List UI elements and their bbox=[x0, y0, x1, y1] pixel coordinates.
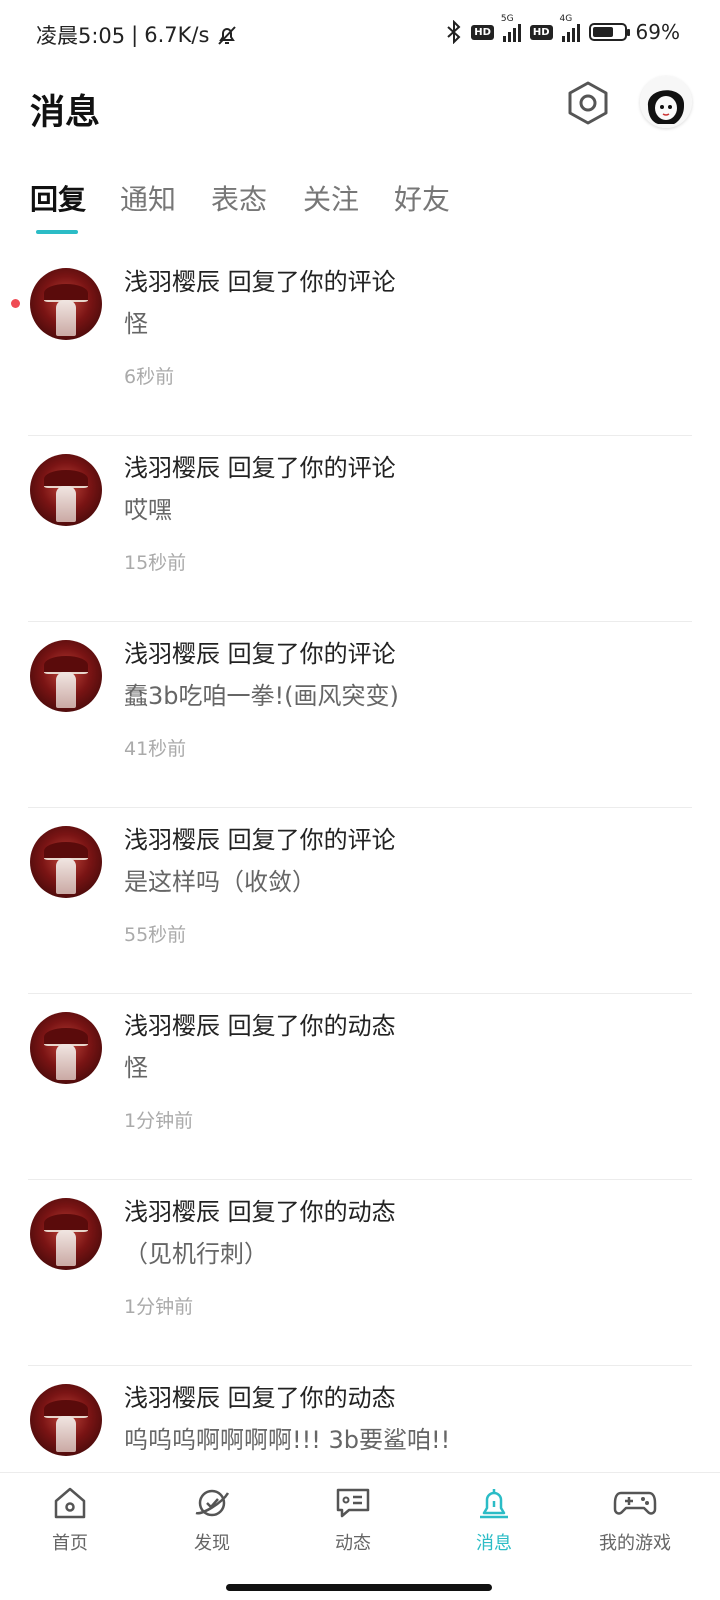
nav-my-games[interactable]: 我的游戏 bbox=[575, 1483, 695, 1555]
sender-avatar[interactable] bbox=[30, 1012, 102, 1084]
nav-messages[interactable]: 消息 bbox=[434, 1483, 554, 1555]
nav-home[interactable]: 首页 bbox=[10, 1483, 130, 1555]
tab-notify[interactable]: 通知 bbox=[120, 178, 176, 218]
nav-feed-label: 动态 bbox=[335, 1533, 371, 1554]
tab-reply[interactable]: 回复 bbox=[30, 178, 86, 218]
message-time: 41秒前 bbox=[124, 738, 187, 760]
message-content: （见机行刺） bbox=[124, 1240, 268, 1268]
tab-friends[interactable]: 好友 bbox=[394, 178, 450, 218]
message-time: 6秒前 bbox=[124, 366, 175, 388]
message-time: 15秒前 bbox=[124, 552, 187, 574]
signal-5g-icon: 5G bbox=[501, 14, 521, 42]
bell-muted-icon bbox=[218, 26, 237, 45]
bell-icon bbox=[480, 1489, 508, 1519]
active-tab-indicator bbox=[36, 230, 78, 234]
message-time: 1分钟前 bbox=[124, 1110, 194, 1132]
battery-percent: 69% bbox=[635, 20, 680, 44]
message-time: 55秒前 bbox=[124, 924, 187, 946]
message-item[interactable]: 浅羽樱辰 回复了你的评论 蠢3b吃咱一拳!(画风突变) 41秒前 bbox=[0, 622, 720, 808]
page-title: 消息 bbox=[30, 93, 101, 133]
status-separator: | bbox=[131, 23, 139, 47]
message-content: 怪 bbox=[124, 310, 148, 338]
message-title: 浅羽樱辰 回复了你的动态 bbox=[124, 1198, 396, 1226]
chat-icon bbox=[336, 1488, 370, 1518]
message-content: 蠢3b吃咱一拳!(画风突变) bbox=[124, 682, 399, 710]
nav-discover[interactable]: 发现 bbox=[152, 1483, 272, 1555]
message-title: 浅羽樱辰 回复了你的评论 bbox=[124, 454, 396, 482]
sender-avatar[interactable] bbox=[30, 1384, 102, 1456]
message-title: 浅羽樱辰 回复了你的动态 bbox=[124, 1012, 396, 1040]
message-item[interactable]: 浅羽樱辰 回复了你的评论 是这样吗（收敛） 55秒前 bbox=[0, 808, 720, 994]
app-header: 消息 bbox=[0, 70, 720, 150]
bottom-navigation: 首页 发现 动态 消息 我的游戏 bbox=[0, 1472, 720, 1572]
sender-avatar[interactable] bbox=[30, 454, 102, 526]
message-title: 浅羽樱辰 回复了你的评论 bbox=[124, 826, 396, 854]
status-bar: 凌晨5:05 | 6.7K/s HD 5G HD 4G 69% bbox=[0, 0, 720, 70]
nav-my-games-label: 我的游戏 bbox=[599, 1533, 671, 1554]
status-left: 凌晨5:05 | 6.7K/s bbox=[36, 20, 239, 50]
status-time: 凌晨5:05 bbox=[36, 24, 126, 48]
message-time: 1分钟前 bbox=[124, 1296, 194, 1318]
gamepad-icon bbox=[613, 1491, 657, 1515]
message-title: 浅羽樱辰 回复了你的动态 bbox=[124, 1384, 396, 1412]
tab-follow[interactable]: 关注 bbox=[303, 178, 359, 218]
planet-icon bbox=[195, 1489, 230, 1517]
message-item[interactable]: 浅羽樱辰 回复了你的动态 （见机行刺） 1分钟前 bbox=[0, 1180, 720, 1366]
message-content: 哎嘿 bbox=[124, 496, 172, 524]
message-title: 浅羽樱辰 回复了你的评论 bbox=[124, 640, 396, 668]
sender-avatar[interactable] bbox=[30, 826, 102, 898]
hd-badge-2: HD bbox=[529, 24, 553, 40]
message-item[interactable]: 浅羽樱辰 回复了你的评论 哎嘿 15秒前 bbox=[0, 436, 720, 622]
profile-avatar[interactable] bbox=[640, 76, 692, 128]
bluetooth-icon bbox=[447, 20, 461, 44]
home-indicator bbox=[226, 1584, 492, 1591]
nav-home-label: 首页 bbox=[52, 1533, 88, 1554]
home-icon bbox=[54, 1487, 86, 1519]
message-list: 浅羽樱辰 回复了你的评论 怪 6秒前 浅羽樱辰 回复了你的评论 哎嘿 15秒前 … bbox=[0, 250, 720, 1552]
tab-reaction[interactable]: 表态 bbox=[211, 178, 267, 218]
nav-feed[interactable]: 动态 bbox=[293, 1483, 413, 1555]
signal-4g-label: 4G bbox=[559, 14, 573, 24]
nav-messages-label: 消息 bbox=[476, 1533, 512, 1554]
signal-4g-icon: 4G bbox=[560, 14, 580, 42]
message-tabs: 回复 通知 表态 关注 好友 bbox=[0, 172, 720, 242]
unread-dot bbox=[11, 299, 20, 308]
status-right: HD 5G HD 4G 69% bbox=[446, 14, 680, 44]
message-item[interactable]: 浅羽樱辰 回复了你的动态 怪 1分钟前 bbox=[0, 994, 720, 1180]
nav-discover-label: 发现 bbox=[194, 1533, 230, 1554]
hd-badge: HD bbox=[471, 24, 494, 40]
message-content: 是这样吗（收敛） bbox=[124, 868, 316, 896]
settings-hexagon-icon bbox=[568, 81, 608, 125]
avatar-image bbox=[640, 76, 692, 128]
message-item[interactable]: 浅羽樱辰 回复了你的评论 怪 6秒前 bbox=[0, 250, 720, 436]
signal-5g-label: 5G bbox=[500, 14, 514, 24]
battery-icon bbox=[588, 23, 630, 41]
sender-avatar[interactable] bbox=[30, 640, 102, 712]
message-title: 浅羽樱辰 回复了你的评论 bbox=[124, 268, 396, 296]
sender-avatar[interactable] bbox=[30, 268, 102, 340]
sender-avatar[interactable] bbox=[30, 1198, 102, 1270]
message-content: 怪 bbox=[124, 1054, 148, 1082]
message-content: 呜呜呜啊啊啊啊!!! 3b要鲨咱!! bbox=[124, 1426, 451, 1454]
settings-button[interactable] bbox=[566, 80, 610, 126]
network-speed: 6.7K/s bbox=[144, 23, 210, 47]
